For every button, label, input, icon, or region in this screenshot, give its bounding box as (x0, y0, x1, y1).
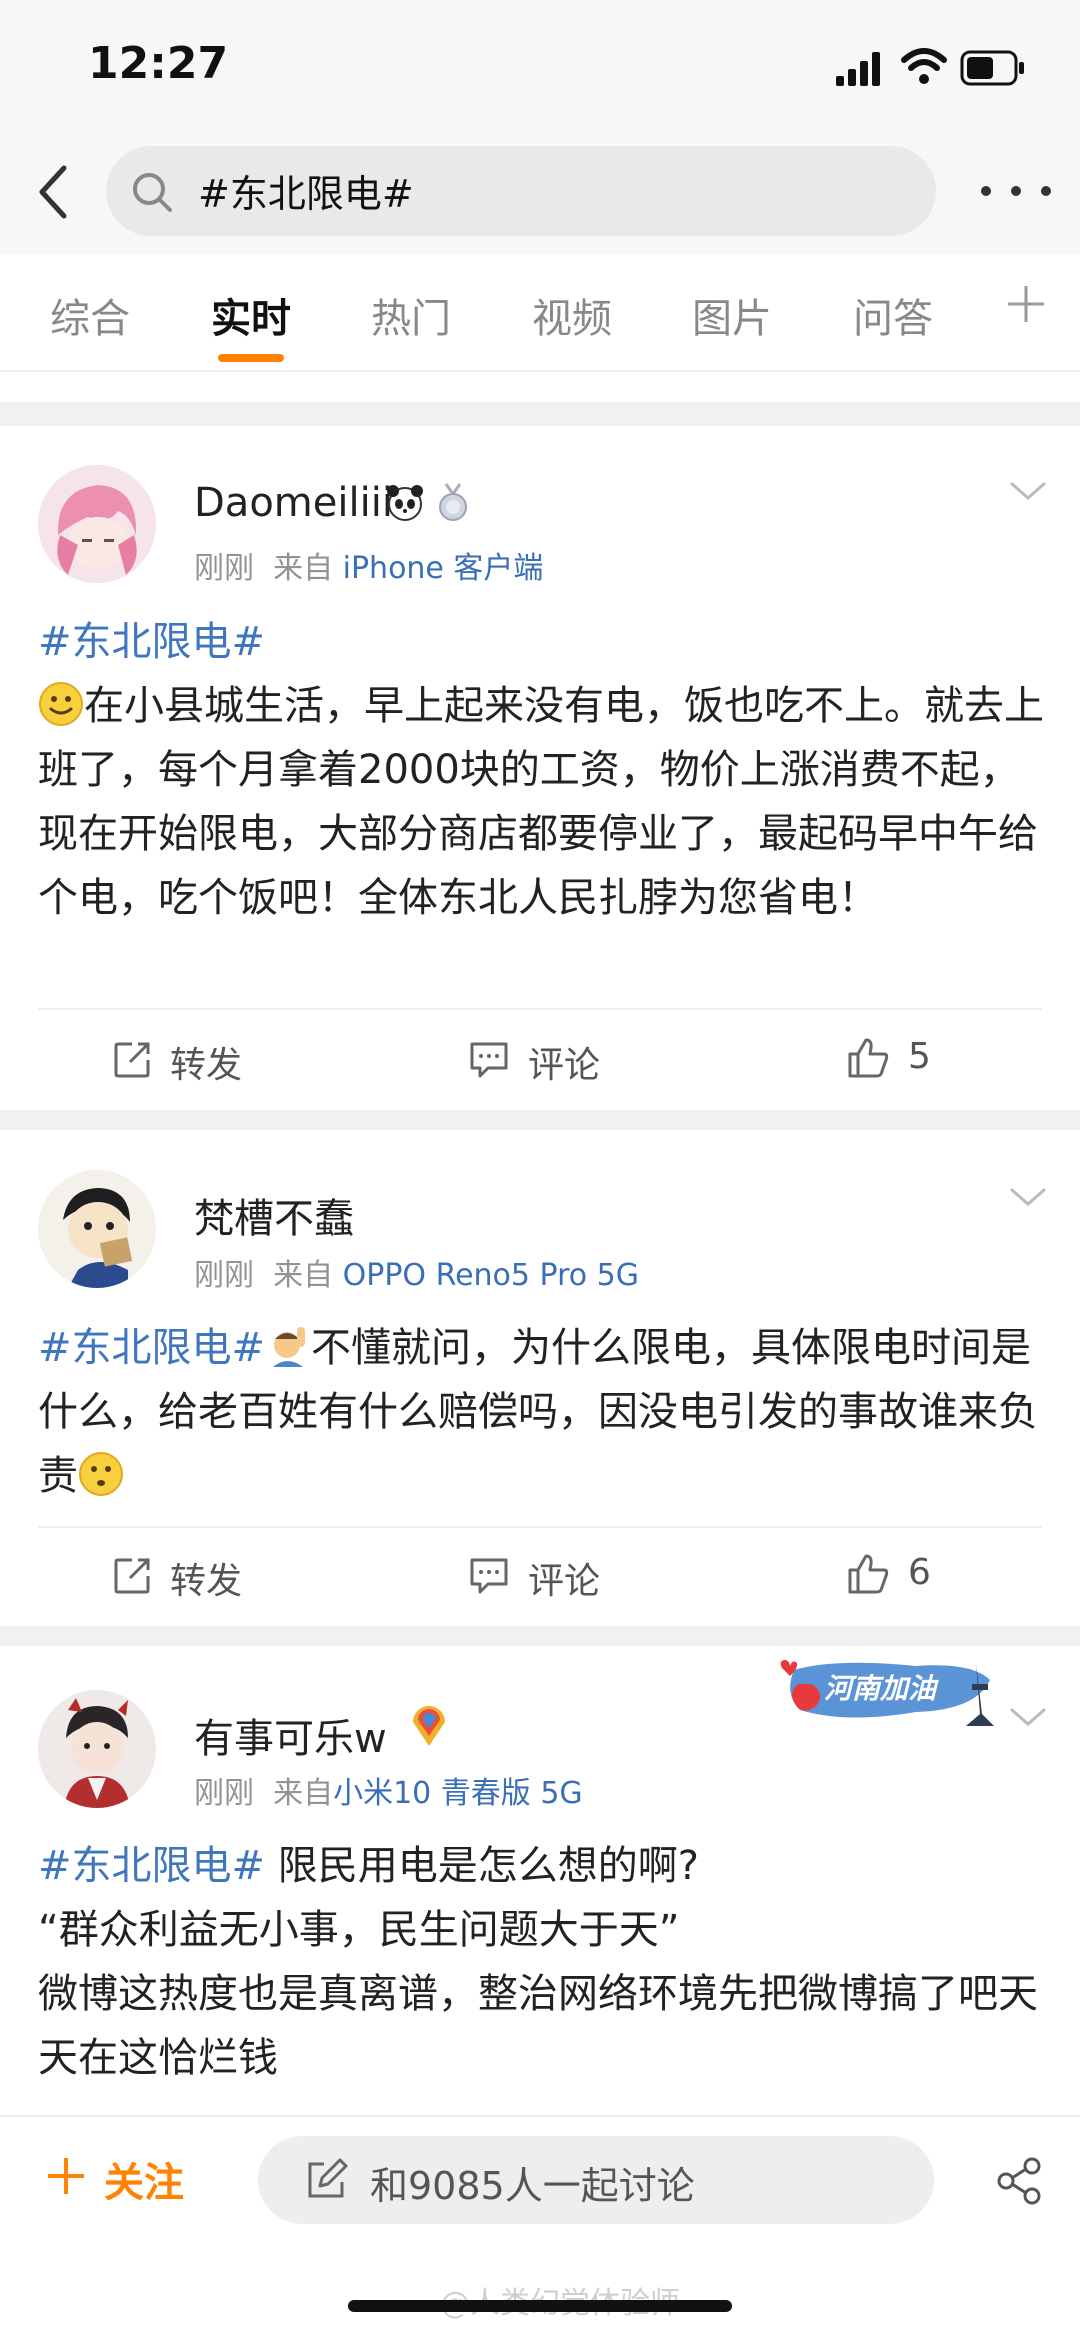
repost-label[interactable]: 转发 (170, 1036, 242, 1088)
search-query: #东北限电# (198, 172, 414, 216)
post-body-line1: 限民用电是怎么想的啊? (277, 1843, 699, 1889)
chevron-down-icon[interactable] (1008, 1186, 1048, 1210)
comment-icon[interactable] (468, 1040, 510, 1080)
like-count: 6 (908, 1552, 931, 1593)
tab-video[interactable]: 视频 (532, 286, 612, 344)
repost-icon[interactable] (112, 1556, 152, 1596)
badge-label: 河南加油 (824, 1672, 939, 1705)
comment-label[interactable]: 评论 (528, 1036, 600, 1088)
follow-button[interactable]: 关注 (104, 2150, 184, 2208)
like-count: 5 (908, 1036, 931, 1077)
panda-icon (387, 485, 423, 521)
avatar-illustration-icon (38, 1690, 156, 1808)
more-icon[interactable] (976, 176, 1056, 206)
search-icon (133, 173, 172, 212)
card-gap (0, 1626, 1080, 1646)
tab-qa[interactable]: 问答 (853, 286, 933, 344)
home-indicator[interactable] (348, 2300, 732, 2312)
topic-link[interactable]: #东北限电# (38, 619, 265, 665)
battery-icon (960, 50, 1024, 86)
avatar-illustration-icon (38, 1170, 156, 1288)
henan-support-badge-icon: 河南加油 (780, 1660, 994, 1726)
post-text: #东北限电# 在小县城生活，早上起来没有电，饭也吃不上。就去上班了，每个月拿着2… (38, 610, 1048, 930)
tab-comprehensive[interactable]: 综合 (50, 286, 130, 344)
raise-hand-emoji-icon (273, 1327, 306, 1367)
tab-divider (0, 370, 1080, 372)
comment-icon[interactable] (468, 1556, 510, 1596)
repost-icon[interactable] (112, 1040, 152, 1080)
post-meta: 刚刚 来自小米10 青春版 5G (194, 1768, 583, 1812)
section-gap (0, 402, 1080, 426)
post-body: 在小县城生活，早上起来没有电，饭也吃不上。就去上班了，每个月拿着2000块的工资… (38, 683, 1044, 921)
post-text: #东北限电# 限民用电是怎么想的啊? “群众利益无小事，民生问题大于天” 微博这… (38, 1834, 1048, 2090)
post-time: 刚刚 (194, 551, 254, 586)
post-time: 刚刚 (194, 1776, 254, 1811)
smile-emoji-icon (39, 682, 83, 726)
like-icon[interactable] (846, 1036, 890, 1080)
post-time: 刚刚 (194, 1258, 254, 1293)
topic-link[interactable]: #东北限电# (38, 1843, 265, 1889)
avatar[interactable] (38, 465, 156, 583)
back-arrow-icon[interactable] (32, 160, 72, 224)
add-tab-icon[interactable] (1004, 282, 1048, 326)
thinking-emoji-icon (79, 1452, 123, 1496)
username[interactable]: 梵槽不蠢 (194, 1186, 354, 1244)
tab-images[interactable]: 图片 (692, 286, 772, 344)
like-icon[interactable] (846, 1552, 890, 1596)
post-source[interactable]: iPhone 客户端 (343, 551, 544, 586)
tab-hot[interactable]: 热门 (371, 286, 451, 344)
comment-label[interactable]: 评论 (528, 1552, 600, 1604)
topic-link[interactable]: #东北限电# (38, 1325, 265, 1371)
post-divider (38, 1526, 1042, 1528)
status-time: 12:27 (88, 38, 229, 89)
wifi-icon (901, 48, 947, 84)
medal-icon (439, 483, 467, 521)
edit-icon (308, 2158, 348, 2198)
avatar[interactable] (38, 1170, 156, 1288)
post-divider (38, 1008, 1042, 1010)
avatar[interactable] (38, 1690, 156, 1808)
post-text: #东北限电# 不懂就问，为什么限电，具体限电时间是什么，给老百姓有什么赔偿吗，因… (38, 1316, 1048, 1508)
tab-realtime[interactable]: 实时 (211, 286, 291, 344)
share-icon[interactable] (994, 2156, 1044, 2206)
chevron-down-icon[interactable] (1008, 480, 1048, 504)
post-source[interactable]: OPPO Reno5 Pro 5G (343, 1258, 639, 1293)
active-tab-indicator (218, 354, 284, 362)
card-gap (0, 1110, 1080, 1130)
repost-label[interactable]: 转发 (170, 1552, 242, 1604)
username[interactable]: Daomeiliii (194, 480, 393, 526)
post-meta: 刚刚 来自 OPPO Reno5 Pro 5G (194, 1250, 639, 1294)
chevron-down-icon[interactable] (1008, 1706, 1048, 1730)
post-source[interactable]: 小米10 青春版 5G (333, 1776, 583, 1811)
plus-icon[interactable] (46, 2156, 86, 2196)
post-body-line3: 微博这热度也是真离谱，整治网络环境先把微博搞了吧天天在这恰烂钱 (38, 1971, 1038, 2081)
username[interactable]: 有事可乐w (194, 1706, 387, 1764)
rainbow-balloon-icon (413, 1706, 445, 1746)
avatar-illustration-icon (38, 465, 156, 583)
cellular-signal-icon (836, 52, 880, 86)
post-meta: 刚刚 来自 iPhone 客户端 (194, 543, 543, 587)
discuss-placeholder: 和9085人一起讨论 (370, 2164, 695, 2208)
post-body-line2: “群众利益无小事，民生问题大于天” (38, 1907, 680, 1953)
post-from: 来自 (273, 1776, 334, 1811)
post-from: 来自 (273, 1258, 334, 1293)
post-from: 来自 (273, 551, 334, 586)
